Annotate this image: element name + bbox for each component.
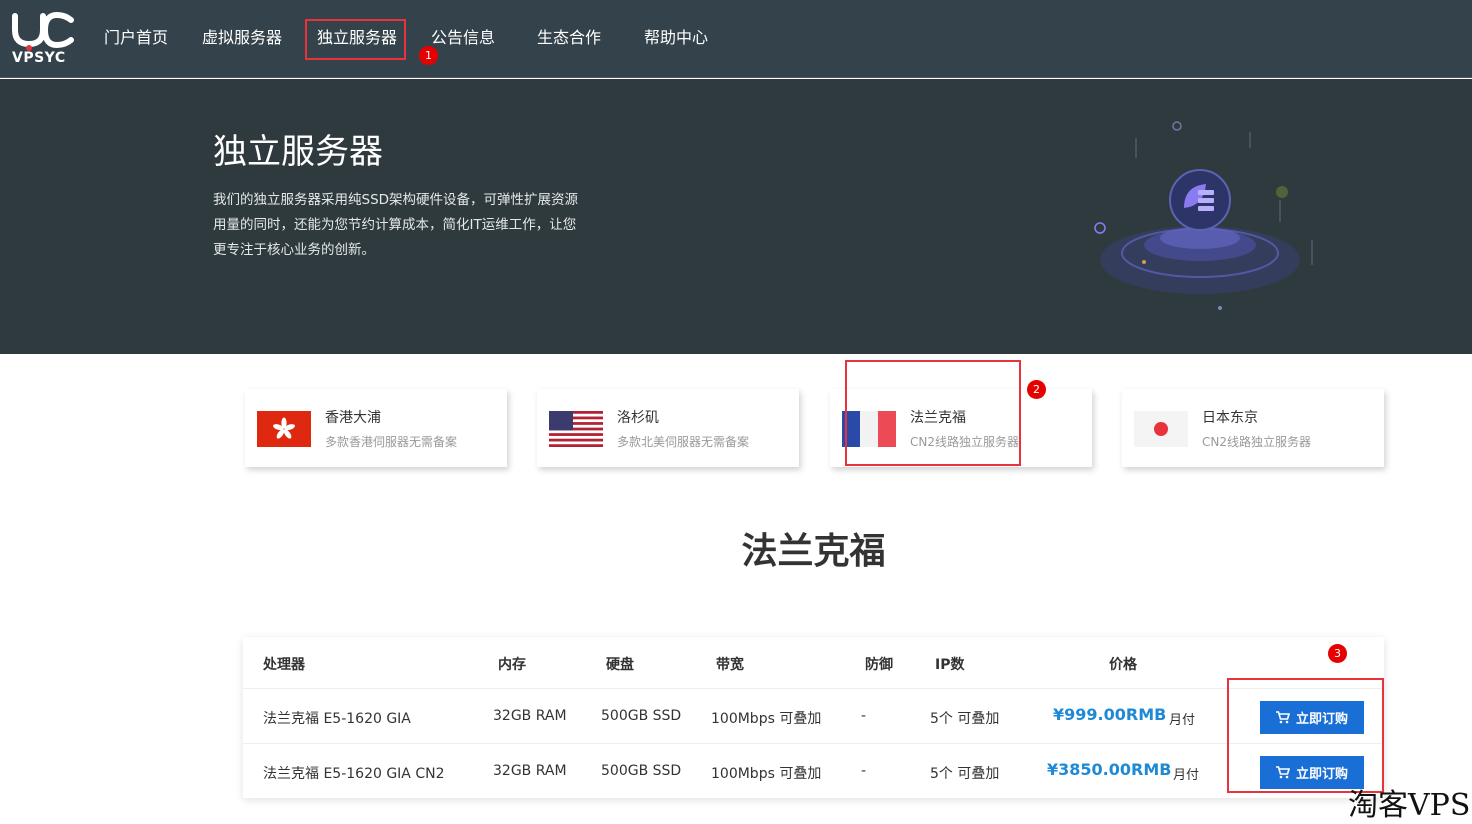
highlight-box-nav [305, 19, 406, 60]
cell-ddos: - [861, 708, 867, 724]
location-title: 洛杉矶 [617, 410, 659, 426]
location-subtitle: CN2线路独立服务器 [1202, 435, 1311, 449]
japan-flag-icon [1134, 411, 1188, 447]
cell-price: ¥999.00RMB [1053, 705, 1167, 724]
cell-cpu: 法兰克福 E5-1620 GIA CN2 [263, 766, 445, 782]
header-ip: IP数 [935, 657, 965, 673]
hero-title: 独立服务器 [213, 132, 383, 172]
nav-item-home[interactable]: 门户首页 [104, 28, 168, 48]
watermark: 淘客VPS [1348, 788, 1471, 823]
location-title: 香港大浦 [325, 410, 381, 426]
header-bandwidth: 带宽 [716, 657, 744, 673]
hero-description: 我们的独立服务器采用纯SSD架构硬件设备，可弹性扩展资源 用量的同时，还能为您节… [213, 192, 579, 258]
cell-bandwidth: 100Mbps 可叠加 [711, 766, 822, 782]
cell-ram: 32GB RAM [493, 708, 567, 724]
server-illustration [1094, 121, 1313, 310]
location-subtitle: 多款香港伺服器无需备案 [325, 435, 458, 449]
location-card-hongkong[interactable]: 香港大浦 多款香港伺服器无需备案 [245, 389, 507, 467]
cell-period: 月付 [1173, 768, 1200, 783]
cell-ddos: - [861, 763, 867, 779]
cell-cpu: 法兰克福 E5-1620 GIA [263, 711, 411, 727]
nav-item-announcements[interactable]: 公告信息 [431, 28, 495, 48]
header-disk: 硬盘 [606, 657, 634, 673]
pricing-table: 处理器 内存 硬盘 带宽 防御 IP数 价格 法兰克福 E5-1620 GIA … [243, 637, 1384, 798]
cell-price: ¥3850.00RMB [1047, 760, 1172, 779]
cell-bandwidth: 100Mbps 可叠加 [711, 711, 822, 727]
cell-ram: 32GB RAM [493, 763, 567, 779]
annotation-badge-1: 1 [419, 46, 438, 65]
annotation-badge-3: 3 [1328, 644, 1347, 663]
logo-text: VPSYC [12, 50, 66, 66]
header-price: 价格 [1109, 657, 1137, 673]
section-title: 法兰克福 [741, 531, 886, 572]
table-row: 法兰克福 E5-1620 GIA 32GB RAM 500GB SSD 100M… [243, 688, 1384, 743]
cell-disk: 500GB SSD [601, 708, 682, 724]
top-nav: VPSYC 门户首页 虚拟服务器 独立服务器 公告信息 生态合作 帮助中心 1 [0, 0, 1472, 78]
cell-disk: 500GB SSD [601, 763, 682, 779]
cell-ip: 5个 可叠加 [930, 711, 1000, 727]
location-title: 日本东京 [1202, 410, 1258, 426]
cell-period: 月付 [1169, 713, 1196, 728]
nav-item-vps[interactable]: 虚拟服务器 [202, 28, 282, 48]
header-cpu: 处理器 [263, 657, 305, 673]
location-subtitle: 多款北美伺服器无需备案 [617, 435, 750, 449]
usa-flag-icon [549, 411, 603, 447]
location-card-losangeles[interactable]: 洛杉矶 多款北美伺服器无需备案 [537, 389, 799, 467]
cell-ip: 5个 可叠加 [930, 766, 1000, 782]
hong-kong-flag-icon [257, 411, 311, 447]
nav-item-help[interactable]: 帮助中心 [644, 28, 708, 48]
header-ddos: 防御 [865, 657, 893, 673]
nav-item-ecosystem[interactable]: 生态合作 [537, 28, 601, 48]
table-row: 法兰克福 E5-1620 GIA CN2 32GB RAM 500GB SSD … [243, 743, 1384, 798]
annotation-badge-2: 2 [1027, 380, 1046, 399]
header-ram: 内存 [498, 657, 526, 673]
location-card-tokyo[interactable]: 日本东京 CN2线路独立服务器 [1122, 389, 1384, 467]
highlight-box-order [1227, 678, 1384, 793]
highlight-box-location [845, 360, 1021, 466]
